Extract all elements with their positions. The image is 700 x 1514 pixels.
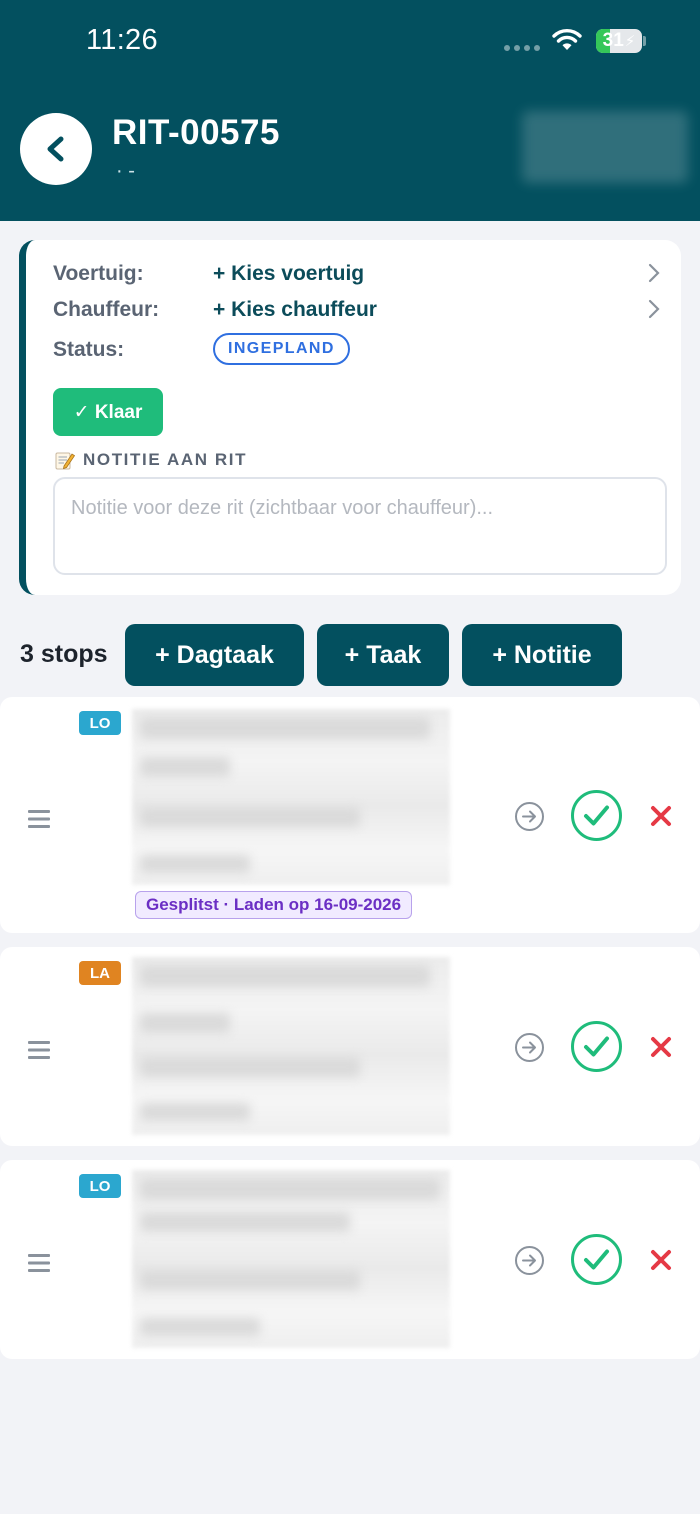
choose-driver-link[interactable]: + Kies chauffeur <box>213 298 377 322</box>
cellular-signal-icon <box>504 45 540 51</box>
back-chevron-icon <box>47 136 64 162</box>
drag-handle-icon[interactable] <box>28 809 50 829</box>
check-circle-icon[interactable] <box>570 1233 623 1286</box>
close-x-icon[interactable] <box>650 805 672 827</box>
redacted-text <box>140 965 430 987</box>
redacted-text <box>140 1212 350 1232</box>
redacted-text <box>140 1057 360 1077</box>
trip-info-card: Voertuig: + Kies voertuig Chauffeur: + K… <box>19 240 681 595</box>
redacted-text <box>140 855 250 873</box>
battery-tip <box>643 36 646 46</box>
note-heading: NOTITIE AAN RIT <box>55 450 247 470</box>
add-note-button[interactable]: + Notitie <box>462 624 622 686</box>
drag-handle-icon[interactable] <box>28 1040 50 1060</box>
add-daytask-button[interactable]: + Dagtaak <box>125 624 304 686</box>
redacted-text <box>140 807 360 827</box>
redacted-text <box>140 1178 440 1200</box>
memo-icon <box>55 452 75 470</box>
close-x-icon[interactable] <box>650 1036 672 1058</box>
back-button[interactable] <box>20 113 92 185</box>
redacted-text <box>140 717 430 739</box>
battery-indicator: 31 ⚡ <box>596 29 642 53</box>
choose-vehicle-link[interactable]: + Kies voertuig <box>213 262 364 286</box>
page-title: RIT-00575 <box>112 113 280 152</box>
redacted-header-info <box>522 111 688 183</box>
status-label: Status: <box>53 338 125 361</box>
stop-type-badge: LO <box>79 711 121 735</box>
stop-type-badge: LO <box>79 1174 121 1198</box>
redacted-text <box>140 1013 230 1033</box>
drag-handle-icon[interactable] <box>28 1253 50 1273</box>
driver-label: Chauffeur: <box>53 298 160 321</box>
check-circle-icon[interactable] <box>570 789 623 842</box>
status-time: 11:26 <box>86 24 158 56</box>
stop-card-2[interactable]: LA <box>0 947 700 1146</box>
close-x-icon[interactable] <box>650 1249 672 1271</box>
redacted-text <box>140 1318 260 1336</box>
redacted-text <box>140 1103 250 1121</box>
chevron-right-icon[interactable] <box>646 263 662 283</box>
chevron-right-icon[interactable] <box>646 299 662 319</box>
add-task-button[interactable]: + Taak <box>317 624 449 686</box>
page-subtitle: · - <box>116 160 135 182</box>
wifi-icon <box>552 29 582 50</box>
arrow-right-circle-icon[interactable] <box>514 1245 545 1276</box>
stops-count: 3 stops <box>20 640 108 668</box>
split-tag: Gesplitst · Laden op 16-09-2026 <box>135 891 413 919</box>
redacted-text <box>140 757 230 777</box>
status-badge: INGEPLAND <box>213 333 350 365</box>
check-circle-icon[interactable] <box>570 1020 623 1073</box>
trip-note-input[interactable] <box>53 477 667 575</box>
arrow-right-circle-icon[interactable] <box>514 801 545 832</box>
redacted-text <box>140 1270 360 1290</box>
vehicle-label: Voertuig: <box>53 262 144 285</box>
stop-card-3[interactable]: LO <box>0 1160 700 1359</box>
battery-level: 31 ⚡ <box>602 30 636 51</box>
header: 11:26 31 ⚡ RIT-00575 · - <box>0 0 700 221</box>
arrow-right-circle-icon[interactable] <box>514 1032 545 1063</box>
stop-card-1[interactable]: LO Gesplitst · Laden op 16-09-2026 <box>0 697 700 933</box>
done-button[interactable]: ✓ Klaar <box>53 388 163 436</box>
stop-type-badge: LA <box>79 961 121 985</box>
